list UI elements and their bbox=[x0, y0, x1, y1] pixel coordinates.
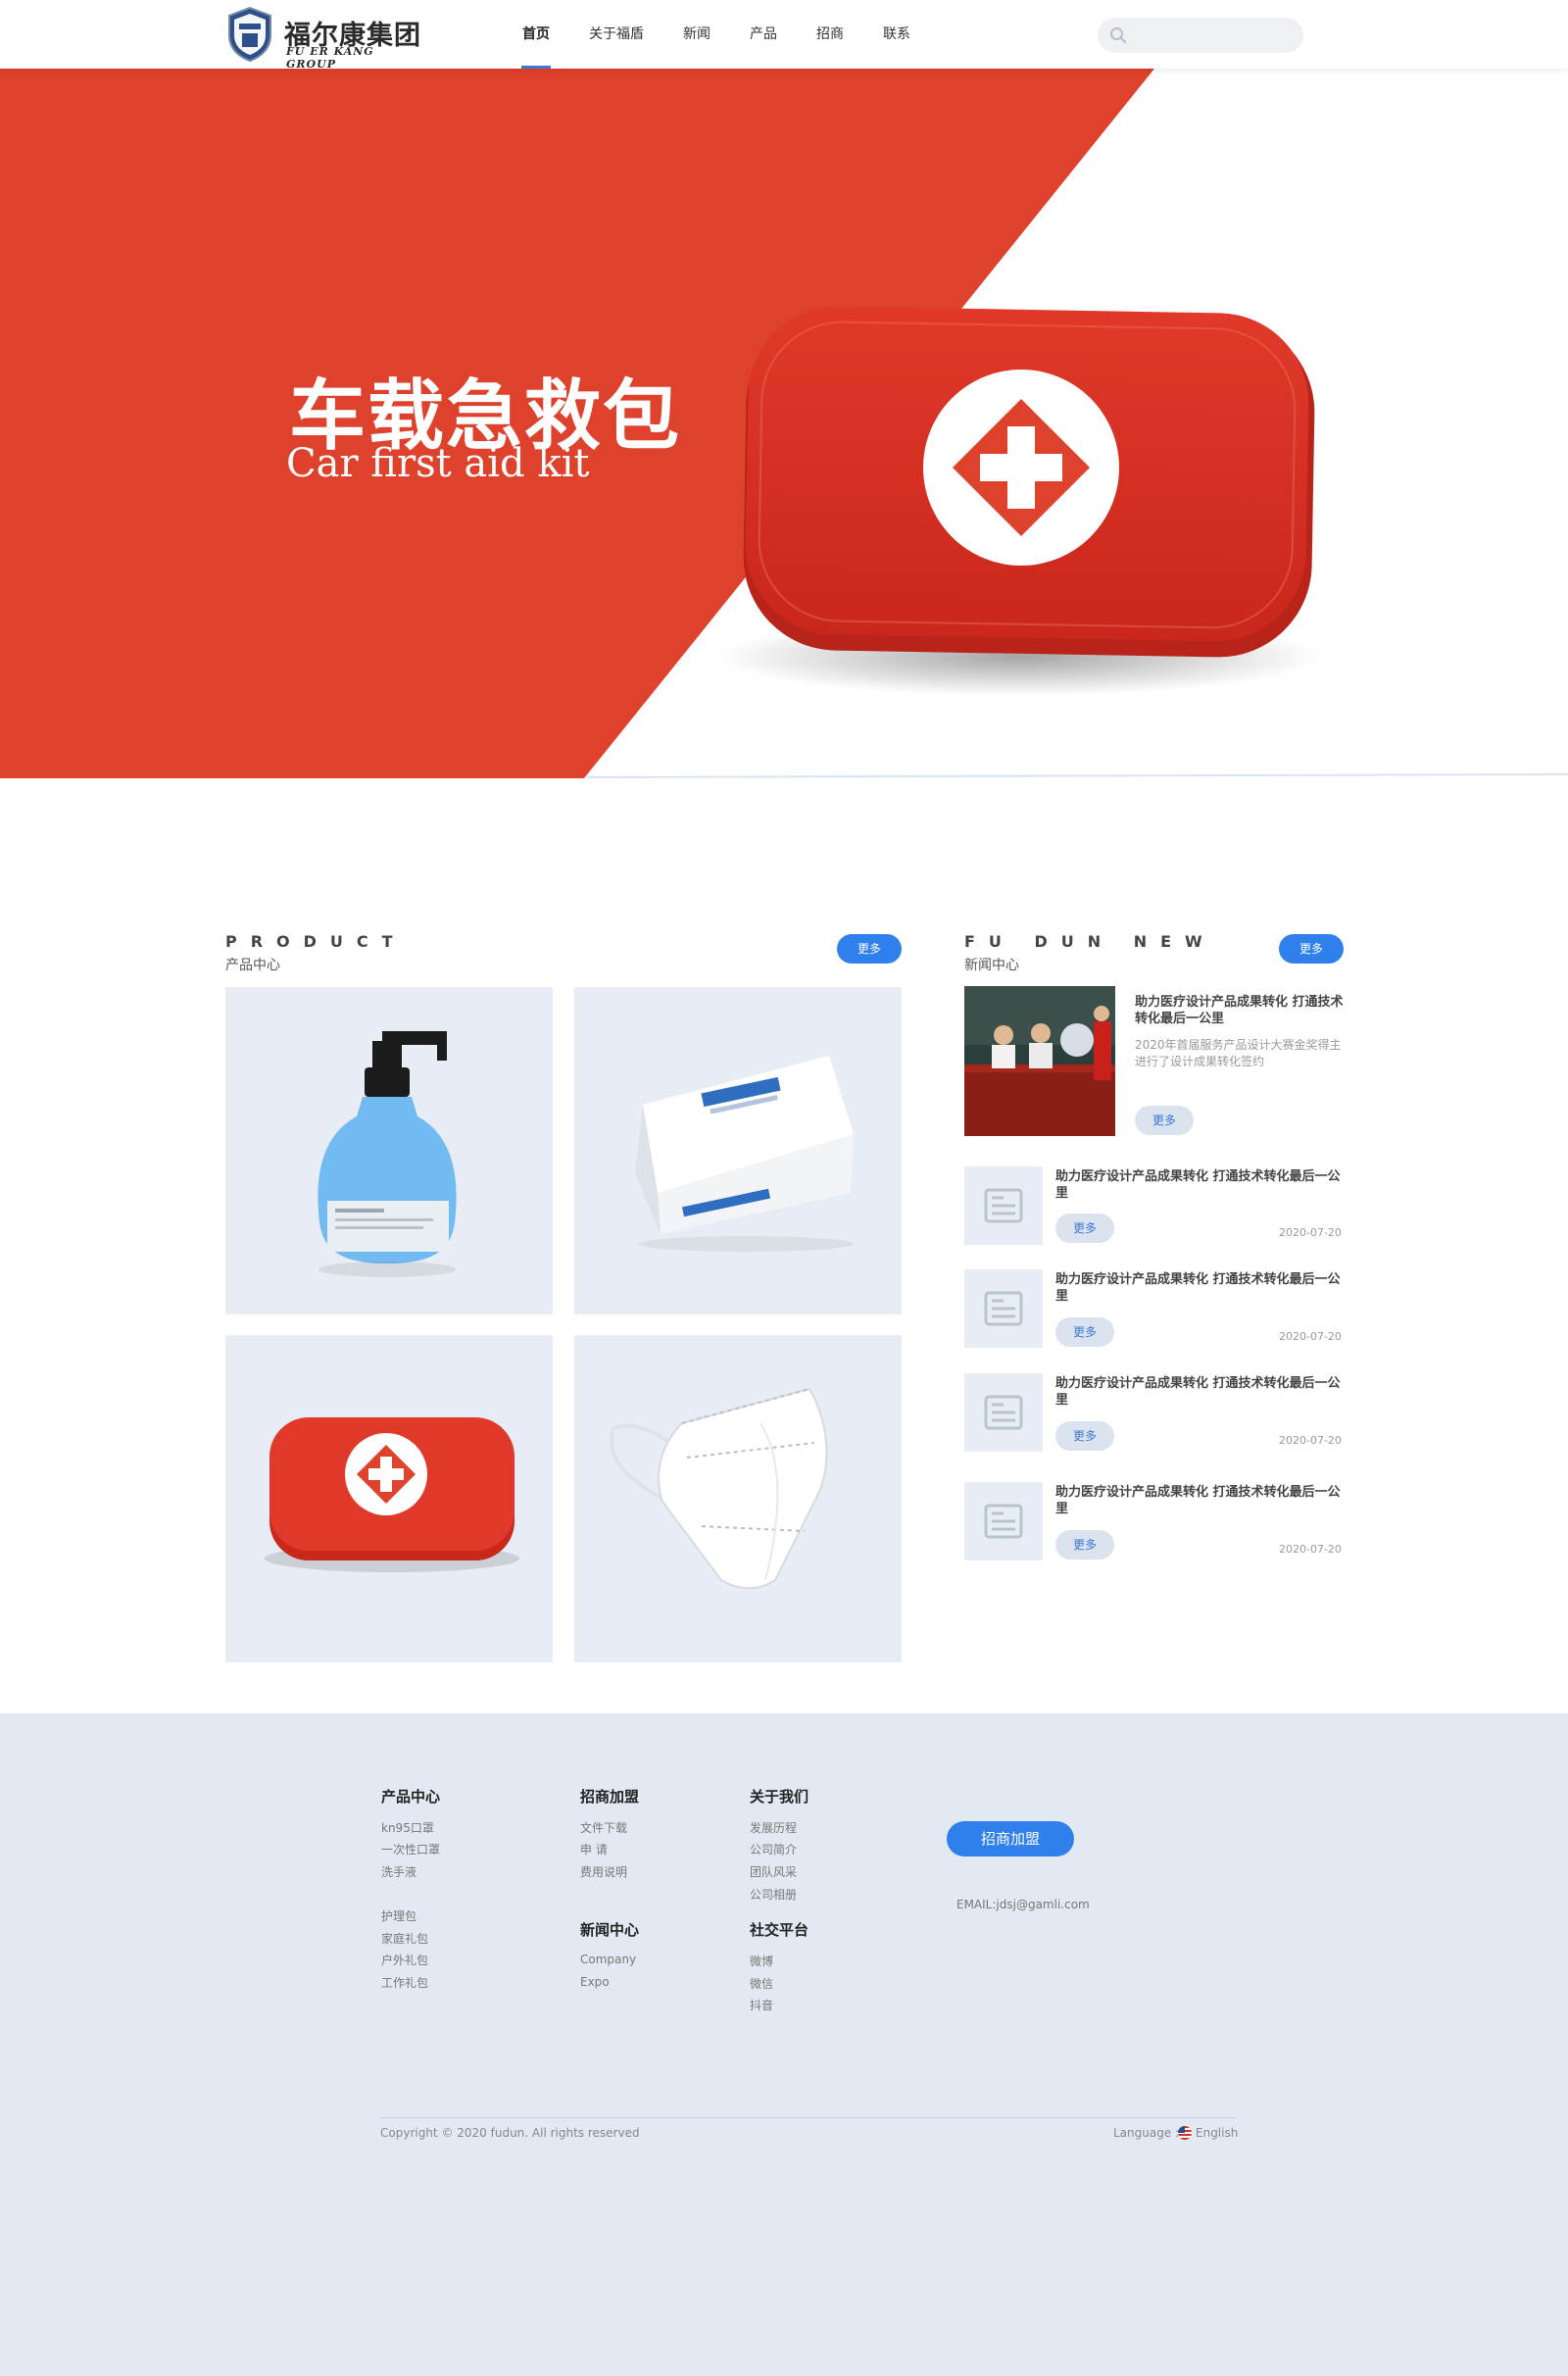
us-flag-icon bbox=[1178, 2126, 1192, 2140]
footer-link-kn95[interactable]: kn95口罩 bbox=[381, 1819, 434, 1836]
language-selector[interactable]: English bbox=[1196, 2126, 1238, 2140]
site-header: 福尔康集团 FU ER KANG GROUP 首页 关于福盾 新闻 产品 招商 … bbox=[0, 0, 1568, 71]
news-photo-icon bbox=[964, 986, 1115, 1136]
footer-link-download[interactable]: 文件下载 bbox=[580, 1819, 627, 1836]
newspaper-icon bbox=[984, 1188, 1023, 1223]
search-input[interactable] bbox=[1098, 18, 1303, 53]
nav-contact[interactable]: 联系 bbox=[870, 0, 923, 69]
first-aid-kit-icon bbox=[265, 1417, 519, 1572]
footer-link-album[interactable]: 公司相册 bbox=[750, 1886, 797, 1903]
main-nav: 首页 关于福盾 新闻 产品 招商 联系 bbox=[510, 0, 937, 69]
newspaper-icon bbox=[984, 1395, 1023, 1430]
news-item-more-button[interactable]: 更多 bbox=[1055, 1530, 1114, 1559]
footer-link-disposable-mask[interactable]: 一次性口罩 bbox=[381, 1841, 440, 1857]
news-item-title[interactable]: 助力医疗设计产品成果转化 打通技术转化最后一公里 bbox=[1055, 1168, 1349, 1202]
nav-home[interactable]: 首页 bbox=[510, 0, 563, 69]
hero-background bbox=[0, 69, 1568, 778]
news-featured-title[interactable]: 助力医疗设计产品成果转化 打通技术转化最后一公里 bbox=[1135, 994, 1347, 1027]
footer-social-heading: 社交平台 bbox=[750, 1921, 809, 1939]
news-item-thumbnail[interactable] bbox=[964, 1373, 1043, 1452]
copyright-text: Copyright © 2020 fudun. All rights reser… bbox=[380, 2126, 640, 2140]
site-footer bbox=[0, 1713, 1568, 2376]
language-label: Language : bbox=[1113, 2126, 1180, 2140]
product-card-sanitizer[interactable] bbox=[225, 987, 553, 1314]
footer-link-family-pack[interactable]: 家庭礼包 bbox=[381, 1930, 428, 1947]
news-item-date: 2020-07-20 bbox=[1279, 1543, 1342, 1556]
footer-email: EMAIL:jdsj@gamli.com bbox=[956, 1898, 1090, 1911]
footer-link-outdoor-pack[interactable]: 户外礼包 bbox=[381, 1952, 428, 1968]
nav-news[interactable]: 新闻 bbox=[670, 0, 723, 69]
footer-link-team[interactable]: 团队风采 bbox=[750, 1863, 797, 1880]
footer-products-heading: 产品中心 bbox=[381, 1788, 441, 1806]
news-item-title[interactable]: 助力医疗设计产品成果转化 打通技术转化最后一公里 bbox=[1055, 1271, 1349, 1305]
product-section-title-en: PRODUCT bbox=[225, 932, 407, 951]
news-item-more-button[interactable]: 更多 bbox=[1055, 1317, 1114, 1347]
footer-about-heading: 关于我们 bbox=[750, 1788, 809, 1806]
footer-link-weibo[interactable]: 微博 bbox=[750, 1953, 773, 1969]
news-featured-more-button[interactable]: 更多 bbox=[1135, 1106, 1194, 1135]
footer-link-wechat[interactable]: 微信 bbox=[750, 1975, 773, 1992]
footer-link-company[interactable]: Company bbox=[580, 1953, 636, 1966]
news-item-date: 2020-07-20 bbox=[1279, 1434, 1342, 1447]
footer-link-care-pack[interactable]: 护理包 bbox=[381, 1907, 416, 1924]
hero-banner: 车载急救包 Car first aid kit bbox=[0, 69, 1568, 778]
footer-link-expo[interactable]: Expo bbox=[580, 1975, 610, 1989]
news-featured-image[interactable] bbox=[964, 986, 1115, 1136]
footer-join-heading: 招商加盟 bbox=[580, 1788, 640, 1806]
shield-logo-icon bbox=[228, 6, 271, 63]
newspaper-icon bbox=[984, 1291, 1023, 1326]
product-card-first-aid-kit[interactable] bbox=[225, 1335, 553, 1662]
news-featured-desc: 2020年首届服务产品设计大赛金奖得主进行了设计成果转化签约 bbox=[1135, 1038, 1342, 1068]
nav-investment[interactable]: 招商 bbox=[804, 0, 857, 69]
hero-title-en: Car first aid kit bbox=[286, 441, 590, 486]
hand-sanitizer-icon bbox=[318, 1031, 457, 1277]
footer-link-sanitizer[interactable]: 洗手液 bbox=[381, 1863, 416, 1880]
news-item-thumbnail[interactable] bbox=[964, 1166, 1043, 1245]
join-button[interactable]: 招商加盟 bbox=[947, 1821, 1074, 1856]
kn95-mask-icon bbox=[610, 1387, 828, 1590]
news-item-date: 2020-07-20 bbox=[1279, 1330, 1342, 1343]
product-section-title-cn: 产品中心 bbox=[225, 958, 280, 973]
nav-products[interactable]: 产品 bbox=[737, 0, 790, 69]
news-item-more-button[interactable]: 更多 bbox=[1055, 1213, 1114, 1243]
footer-link-douyin[interactable]: 抖音 bbox=[750, 1997, 773, 2013]
footer-link-history[interactable]: 发展历程 bbox=[750, 1819, 797, 1836]
news-section-title-en: FU DUN NEW bbox=[964, 932, 1216, 951]
product-card-mask-box[interactable] bbox=[574, 987, 902, 1314]
newspaper-icon bbox=[984, 1504, 1023, 1539]
news-item-title[interactable]: 助力医疗设计产品成果转化 打通技术转化最后一公里 bbox=[1055, 1375, 1349, 1409]
news-item-date: 2020-07-20 bbox=[1279, 1226, 1342, 1239]
news-section-title-cn: 新闻中心 bbox=[964, 958, 1019, 973]
product-more-button[interactable]: 更多 bbox=[837, 934, 902, 964]
news-item-title[interactable]: 助力医疗设计产品成果转化 打通技术转化最后一公里 bbox=[1055, 1484, 1349, 1517]
footer-link-fees[interactable]: 费用说明 bbox=[580, 1863, 627, 1880]
footer-divider bbox=[380, 2117, 1237, 2118]
news-item-more-button[interactable]: 更多 bbox=[1055, 1421, 1114, 1451]
footer-link-apply[interactable]: 申 请 bbox=[580, 1841, 608, 1857]
news-item-thumbnail[interactable] bbox=[964, 1482, 1043, 1560]
company-logo[interactable]: 福尔康集团 FU ER KANG GROUP bbox=[225, 6, 421, 71]
mask-box-icon bbox=[635, 1056, 854, 1252]
footer-link-profile[interactable]: 公司简介 bbox=[750, 1841, 797, 1857]
footer-news-heading: 新闻中心 bbox=[580, 1921, 640, 1939]
search-icon[interactable] bbox=[1109, 26, 1127, 44]
nav-about[interactable]: 关于福盾 bbox=[576, 0, 657, 69]
news-more-button[interactable]: 更多 bbox=[1279, 934, 1344, 964]
logo-text-en: FU ER KANG GROUP bbox=[286, 45, 374, 71]
footer-link-work-pack[interactable]: 工作礼包 bbox=[381, 1974, 428, 1991]
product-card-kn95-mask[interactable] bbox=[574, 1335, 902, 1662]
news-item-thumbnail[interactable] bbox=[964, 1269, 1043, 1348]
